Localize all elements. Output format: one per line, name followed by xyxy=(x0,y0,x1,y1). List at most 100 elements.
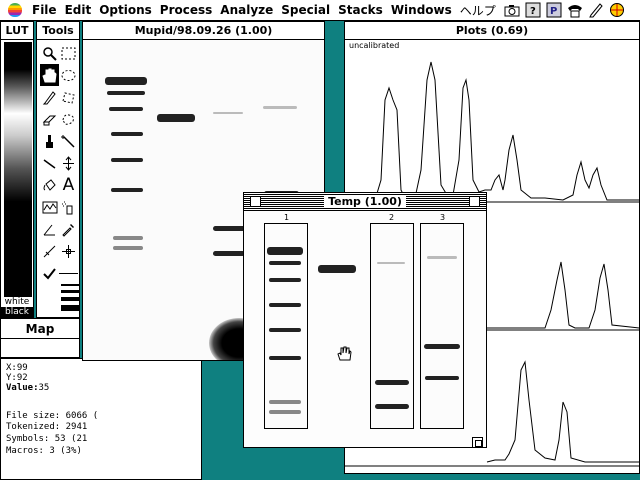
lane-box-2[interactable] xyxy=(370,223,414,429)
lut-gradient[interactable] xyxy=(4,42,32,317)
menu-stacks[interactable]: Stacks xyxy=(334,3,387,17)
gel-band xyxy=(113,236,143,240)
pencil-icon[interactable] xyxy=(587,2,605,18)
y-readout: Y:92 xyxy=(6,373,28,383)
menu-file[interactable]: File xyxy=(28,3,61,17)
gel-band xyxy=(111,132,143,136)
line-width-1-icon[interactable] xyxy=(59,262,78,284)
crosshair-tool-icon[interactable] xyxy=(59,240,78,262)
temp-image[interactable]: 1 2 3 xyxy=(244,211,486,448)
hand-tool-icon[interactable] xyxy=(40,64,59,86)
lane-label-2: 2 xyxy=(389,213,395,222)
text-tool-icon[interactable]: A xyxy=(59,174,78,196)
lane-label-3: 3 xyxy=(440,213,446,222)
gel-band xyxy=(269,400,301,404)
menu-analyze[interactable]: Analyze xyxy=(216,3,277,17)
line-tool-icon[interactable] xyxy=(40,152,59,174)
oval-select-tool-icon[interactable] xyxy=(59,64,78,86)
menu-process[interactable]: Process xyxy=(156,3,217,17)
lane-box-1[interactable] xyxy=(264,223,308,429)
resize-box-icon[interactable] xyxy=(472,433,483,448)
tools-window: Tools A xyxy=(36,21,80,318)
lut-title[interactable]: LUT xyxy=(1,22,33,40)
menu-help[interactable]: ヘルプ xyxy=(456,2,500,19)
gel-band xyxy=(269,261,301,265)
x-readout: X:99 xyxy=(6,363,28,373)
spray-tool-icon[interactable] xyxy=(59,196,78,218)
gel-band xyxy=(269,303,301,307)
menu-edit[interactable]: Edit xyxy=(61,3,96,17)
lane-box-3[interactable] xyxy=(420,223,464,429)
value-readout: Value:35 xyxy=(6,383,50,393)
checkmark-icon[interactable] xyxy=(40,262,59,284)
info-window: X:99 Y:92 Value:35 File size: 6066 ( Tok… xyxy=(0,358,202,480)
angle-tool-icon[interactable] xyxy=(40,218,59,240)
macros-line: Macros: 3 (3%) xyxy=(6,446,82,456)
gel-band xyxy=(269,356,301,360)
gel-band xyxy=(425,376,459,380)
menu-special[interactable]: Special xyxy=(277,3,334,17)
apple-menu-icon[interactable] xyxy=(8,3,22,17)
svg-text:P: P xyxy=(550,6,557,17)
gel-band xyxy=(377,262,405,264)
gel-band xyxy=(269,410,301,414)
svg-text:?: ? xyxy=(530,6,536,17)
lut-black-label: black xyxy=(1,307,33,317)
menu-bar: File Edit Options Process Analyze Specia… xyxy=(0,0,640,21)
symbols-line: Symbols: 53 (21 xyxy=(6,434,88,444)
gel-band xyxy=(375,380,409,385)
question-box-icon[interactable]: ? xyxy=(524,2,542,18)
gel-band xyxy=(111,158,143,162)
gel-band xyxy=(267,247,303,255)
pencil-tool-icon[interactable] xyxy=(40,86,59,108)
brush-tool-icon[interactable] xyxy=(40,130,59,152)
file-size-line: File size: 6066 ( xyxy=(6,411,99,421)
lut-white-label: white xyxy=(1,297,33,307)
rect-select-tool-icon[interactable] xyxy=(59,42,78,64)
lane-label-1: 1 xyxy=(284,213,290,222)
wand-tool-icon[interactable] xyxy=(59,130,78,152)
gel-band xyxy=(263,106,297,109)
profile-tool-icon[interactable] xyxy=(40,196,59,218)
gel-band xyxy=(213,112,243,114)
gel-band xyxy=(107,91,145,95)
menu-windows[interactable]: Windows xyxy=(387,3,456,17)
gel-band xyxy=(318,265,356,273)
gel-band xyxy=(113,246,143,250)
eraser-tool-icon[interactable] xyxy=(40,108,59,130)
tools-title[interactable]: Tools xyxy=(37,22,79,40)
close-box-icon[interactable] xyxy=(250,196,261,207)
temp-title: Temp (1.00) xyxy=(324,195,406,208)
mupid-title[interactable]: Mupid/98.09.26 (1.00) xyxy=(83,22,324,40)
p-box-icon[interactable]: P xyxy=(545,2,563,18)
hand-cursor-icon xyxy=(336,345,352,366)
dropper-tool-icon[interactable] xyxy=(59,218,78,240)
freehand-select-tool-icon[interactable] xyxy=(59,108,78,130)
magnifier-tool-icon[interactable] xyxy=(40,42,59,64)
camera-icon[interactable] xyxy=(503,2,521,18)
gel-band xyxy=(269,278,301,282)
map-window: Map xyxy=(0,318,80,358)
line-width-selector[interactable] xyxy=(61,284,80,311)
gel-band xyxy=(157,114,195,122)
gel-band xyxy=(105,77,147,85)
scroll-tool-icon[interactable] xyxy=(59,152,78,174)
gel-band xyxy=(269,328,301,332)
temp-window: Temp (1.00) 1 2 3 xyxy=(243,192,487,448)
gel-band xyxy=(424,344,460,349)
polygon-select-tool-icon[interactable] xyxy=(59,86,78,108)
phone-icon[interactable] xyxy=(566,2,584,18)
gel-band xyxy=(213,251,245,256)
zoom-box-icon[interactable] xyxy=(469,196,480,207)
fill-tool-icon[interactable] xyxy=(40,174,59,196)
ruler-tool-icon[interactable] xyxy=(40,240,59,262)
menu-options[interactable]: Options xyxy=(95,3,156,17)
map-title[interactable]: Map xyxy=(1,319,79,339)
gel-band xyxy=(109,107,143,111)
globe-icon[interactable] xyxy=(608,2,626,18)
plots-title[interactable]: Plots (0.69) xyxy=(345,22,639,40)
gel-band xyxy=(111,188,143,192)
gel-band xyxy=(375,404,409,409)
tokenized-line: Tokenized: 2941 xyxy=(6,422,88,432)
temp-title-bar[interactable]: Temp (1.00) xyxy=(244,193,486,211)
